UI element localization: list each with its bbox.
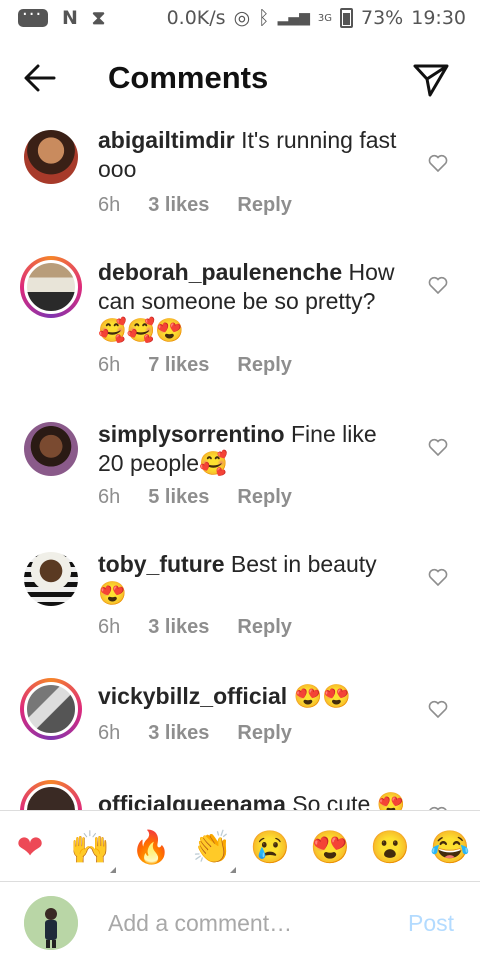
comment-meta: 6h 7 likes Reply — [98, 354, 292, 377]
comment-time: 6h — [98, 486, 121, 508]
status-bar: N ⧗ 0.0K/s ◎ ᛒ ▂▄▆ 3G 73% 19:30 — [0, 0, 480, 38]
comment-meta: 6h 3 likes Reply — [98, 194, 292, 217]
comment-list: abigailtimdir It's running fast ooo 6h 3… — [0, 116, 480, 810]
comment-username[interactable]: vickybillz_official — [98, 683, 287, 709]
comment-username[interactable]: toby_future — [98, 551, 225, 577]
comment-username[interactable]: officialqueenama — [98, 791, 286, 810]
post-button[interactable]: Post — [408, 910, 454, 937]
header: Comments — [0, 44, 480, 116]
clapping-emoji-button[interactable]: 👏 — [192, 829, 232, 865]
fire-emoji-button[interactable]: 🔥 — [131, 829, 171, 865]
comment-username[interactable]: simplysorrentino — [98, 421, 285, 447]
like-heart-icon[interactable] — [428, 154, 448, 173]
comment-meta: 6h 3 likes Reply — [98, 722, 292, 745]
reply-button[interactable]: Reply — [237, 722, 291, 745]
back-arrow-icon[interactable] — [22, 60, 58, 101]
comment-time: 6h — [98, 722, 121, 744]
hourglass-icon: ⧗ — [91, 7, 106, 29]
comment-meta: 6h 5 likes Reply — [98, 486, 292, 509]
carrier-n-icon: N — [62, 7, 78, 29]
direct-message-icon[interactable] — [412, 62, 450, 103]
battery-icon — [340, 8, 353, 28]
skin-tone-indicator-icon — [230, 867, 236, 873]
comment-likes[interactable]: 5 likes — [148, 486, 209, 509]
comment-likes[interactable]: 3 likes — [148, 722, 209, 745]
reply-button[interactable]: Reply — [237, 194, 291, 217]
reply-button[interactable]: Reply — [237, 486, 291, 509]
message-notification-icon — [18, 4, 48, 27]
heart-eyes-emoji-button[interactable]: 😍 — [310, 829, 350, 865]
like-heart-icon[interactable] — [428, 276, 448, 295]
my-avatar — [24, 896, 78, 950]
comment-likes[interactable]: 3 likes — [148, 194, 209, 217]
avatar[interactable] — [20, 256, 82, 318]
laughing-emoji-button[interactable]: 😂 — [430, 829, 470, 865]
clock: 19:30 — [411, 7, 466, 29]
avatar[interactable] — [20, 678, 82, 740]
comment-username[interactable]: abigailtimdir — [98, 127, 235, 153]
comment-time: 6h — [98, 194, 121, 216]
crying-emoji-button[interactable]: 😢 — [250, 829, 290, 865]
comment-input[interactable]: Add a comment… — [108, 910, 292, 937]
comment-composer: Add a comment… Post — [0, 884, 480, 960]
comment-likes[interactable]: 7 likes — [148, 354, 209, 377]
network-speed: 0.0K/s — [166, 7, 226, 29]
battery-percent: 73% — [361, 7, 404, 29]
avatar[interactable] — [20, 780, 82, 810]
raised-hands-emoji-button[interactable]: 🙌 — [70, 829, 110, 865]
like-heart-icon[interactable] — [428, 700, 448, 719]
emoji-quick-bar: ❤ 🙌 🔥 👏 😢 😍 😮 😂 — [0, 810, 480, 882]
comment-likes[interactable]: 3 likes — [148, 616, 209, 639]
comment-meta: 6h 3 likes Reply — [98, 616, 292, 639]
comment-time: 6h — [98, 616, 121, 638]
reply-button[interactable]: Reply — [237, 616, 291, 639]
avatar[interactable] — [20, 548, 82, 610]
page-title: Comments — [108, 60, 269, 95]
avatar[interactable] — [20, 418, 82, 480]
like-heart-icon[interactable] — [428, 438, 448, 457]
comment-username[interactable]: deborah_paulenenche — [98, 259, 342, 285]
reply-button[interactable]: Reply — [237, 354, 291, 377]
signal-icon: ▂▄▆ — [277, 10, 310, 26]
heart-emoji-button[interactable]: ❤ — [12, 829, 48, 865]
surprised-emoji-button[interactable]: 😮 — [370, 829, 410, 865]
skin-tone-indicator-icon — [110, 867, 116, 873]
comment-text: So cute 😍 — [292, 791, 406, 810]
comment-text: 😍😍 — [293, 683, 351, 709]
avatar[interactable] — [20, 126, 82, 188]
bluetooth-icon: ᛒ — [258, 7, 270, 29]
comment-time: 6h — [98, 354, 121, 376]
network-type: 3G — [317, 12, 332, 24]
hotspot-icon: ◎ — [233, 7, 251, 29]
like-heart-icon[interactable] — [428, 568, 448, 587]
